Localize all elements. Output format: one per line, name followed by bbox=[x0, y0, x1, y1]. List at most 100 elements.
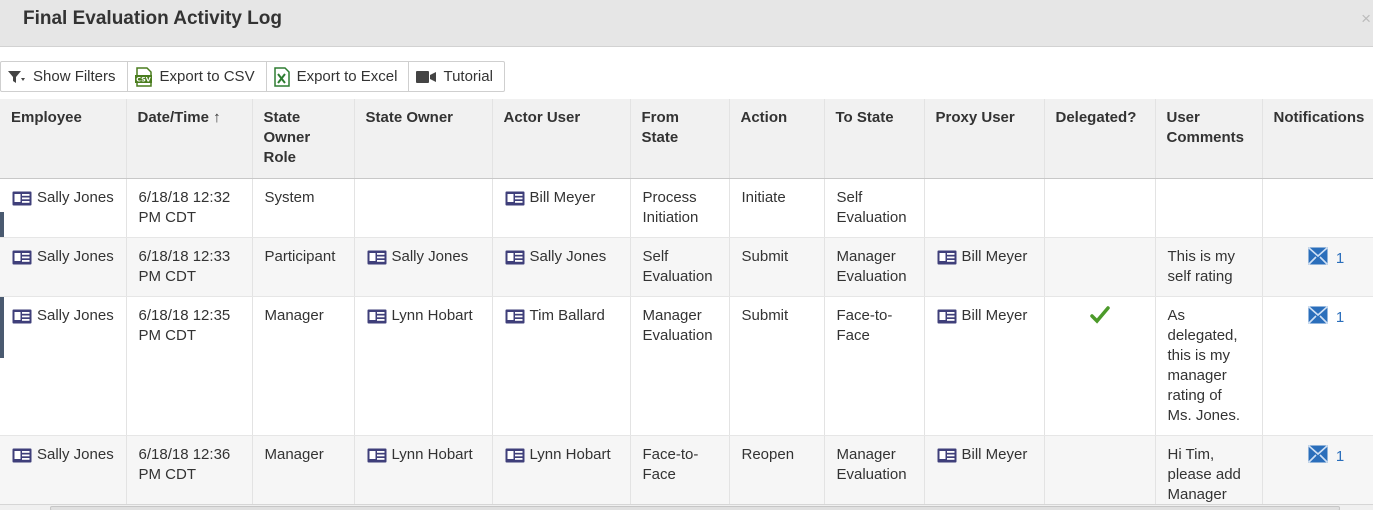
contact-card-icon[interactable] bbox=[505, 250, 525, 271]
proxy-user-link[interactable]: Bill Meyer bbox=[937, 247, 1027, 271]
user-comments-cell bbox=[1155, 178, 1263, 238]
from-state-text: Manager Evaluation bbox=[642, 307, 713, 344]
checkmark-icon bbox=[1089, 306, 1110, 328]
notifications-cell bbox=[1262, 178, 1373, 238]
envelope-icon[interactable] bbox=[1308, 247, 1328, 271]
proxy-user-name: Bill Meyer bbox=[961, 307, 1028, 324]
contact-card-icon[interactable] bbox=[12, 191, 32, 212]
notifications-cell: 1 bbox=[1262, 296, 1373, 436]
notification-count[interactable]: 1 bbox=[1336, 308, 1344, 328]
user-comments-cell: As delegated, this is my manager rating … bbox=[1155, 296, 1263, 436]
contact-card-icon[interactable] bbox=[937, 309, 957, 330]
action-cell: Submit bbox=[729, 296, 825, 436]
column-header-state-owner[interactable]: State Owner bbox=[354, 99, 493, 179]
user-comments-text: Hi Tim, please add Manager Additional bbox=[1167, 446, 1241, 503]
notification-link[interactable]: 1 bbox=[1275, 445, 1373, 469]
user-comments-cell: This is my self rating bbox=[1155, 237, 1263, 297]
table-body: Sally Jones 6/18/18 12:32 PM CDT System Bil… bbox=[0, 178, 1373, 504]
state-owner-name: Sally Jones bbox=[391, 248, 469, 265]
employee-name: Sally Jones bbox=[37, 307, 114, 324]
contact-card-icon[interactable] bbox=[12, 309, 32, 330]
notification-link[interactable]: 1 bbox=[1275, 306, 1373, 330]
employee-link[interactable]: Sally Jones bbox=[12, 306, 114, 330]
column-header-to-state[interactable]: To State bbox=[824, 99, 925, 179]
contact-card-icon[interactable] bbox=[505, 309, 525, 330]
actor-user-link[interactable]: Lynn Hobart bbox=[505, 445, 611, 469]
contact-card-icon[interactable] bbox=[367, 448, 387, 469]
state-owner-link[interactable]: Lynn Hobart bbox=[367, 306, 473, 330]
employee-link[interactable]: Sally Jones bbox=[12, 247, 114, 271]
delegated-cell bbox=[1044, 296, 1156, 436]
state-owner-link[interactable]: Sally Jones bbox=[367, 247, 469, 271]
contact-card-icon[interactable] bbox=[937, 250, 957, 271]
export-excel-button[interactable]: Export to Excel bbox=[267, 62, 410, 91]
contact-card-icon[interactable] bbox=[367, 309, 387, 330]
contact-card-icon[interactable] bbox=[937, 448, 957, 469]
actor-user-link[interactable]: Sally Jones bbox=[505, 247, 607, 271]
table-row[interactable]: Sally Jones 6/18/18 12:33 PM CDT Participa… bbox=[0, 237, 1373, 297]
employee-name: Sally Jones bbox=[37, 248, 114, 265]
proxy-user-cell bbox=[924, 178, 1045, 238]
proxy-user-link[interactable]: Bill Meyer bbox=[937, 445, 1027, 469]
close-icon[interactable]: × bbox=[1361, 9, 1371, 29]
column-header-employee[interactable]: Employee bbox=[0, 99, 127, 179]
contact-card-icon[interactable] bbox=[12, 250, 32, 271]
csv-file-icon: CSV bbox=[134, 66, 154, 87]
excel-file-icon bbox=[273, 66, 291, 87]
export-csv-label: Export to CSV bbox=[159, 68, 255, 85]
actor-user-link[interactable]: Bill Meyer bbox=[505, 188, 595, 212]
contact-card-icon[interactable] bbox=[367, 250, 387, 271]
column-header-proxy-user[interactable]: Proxy User bbox=[924, 99, 1045, 179]
action-cell: Submit bbox=[729, 237, 825, 297]
column-header-datetime[interactable]: Date/Time ↑ bbox=[126, 99, 253, 179]
column-header-action[interactable]: Action bbox=[729, 99, 825, 179]
envelope-icon[interactable] bbox=[1308, 445, 1328, 469]
horizontal-scrollbar[interactable] bbox=[0, 504, 1373, 510]
actor-user-link[interactable]: Tim Ballard bbox=[505, 306, 605, 330]
show-filters-button[interactable]: Show Filters bbox=[1, 62, 128, 91]
video-camera-icon bbox=[415, 70, 437, 84]
notification-link[interactable]: 1 bbox=[1275, 247, 1373, 271]
contact-card-icon[interactable] bbox=[12, 448, 32, 469]
to-state-text: Face-to-Face bbox=[836, 307, 893, 344]
column-header-delegated[interactable]: Delegated? bbox=[1044, 99, 1156, 179]
to-state-cell: Self Evaluation bbox=[824, 178, 925, 238]
action-text: Initiate bbox=[741, 189, 786, 206]
notification-count[interactable]: 1 bbox=[1336, 447, 1344, 467]
column-header-actor-user[interactable]: Actor User bbox=[492, 99, 631, 179]
column-header-state-owner-role[interactable]: State Owner Role bbox=[252, 99, 355, 179]
export-csv-button[interactable]: CSV Export to CSV bbox=[128, 62, 267, 91]
from-state-cell: Manager Evaluation bbox=[630, 296, 730, 436]
state-owner-link[interactable]: Lynn Hobart bbox=[367, 445, 473, 469]
employee-link[interactable]: Sally Jones bbox=[12, 445, 114, 469]
to-state-cell: Manager Evaluation bbox=[824, 435, 925, 504]
delegated-cell bbox=[1044, 435, 1156, 504]
state-owner-role-text: System bbox=[264, 189, 315, 206]
delegated-cell bbox=[1044, 237, 1156, 297]
horizontal-scrollbar-thumb[interactable] bbox=[50, 506, 1340, 510]
datetime-text: 6/18/18 12:33 PM CDT bbox=[138, 248, 231, 285]
contact-card-icon[interactable] bbox=[505, 191, 525, 212]
column-header-user-comments[interactable]: User Comments bbox=[1155, 99, 1263, 179]
contact-card-icon[interactable] bbox=[505, 448, 525, 469]
filter-icon bbox=[7, 69, 27, 85]
state-owner-role-cell: Manager bbox=[252, 435, 355, 504]
employee-cell: Sally Jones bbox=[0, 296, 127, 436]
proxy-user-link[interactable]: Bill Meyer bbox=[937, 306, 1028, 330]
employee-link[interactable]: Sally Jones bbox=[12, 188, 114, 212]
actor-user-name: Lynn Hobart bbox=[529, 446, 611, 463]
actor-user-name: Sally Jones bbox=[529, 248, 607, 265]
table-row[interactable]: Sally Jones 6/18/18 12:36 PM CDT Manager Ly… bbox=[0, 435, 1373, 504]
actor-user-name: Tim Ballard bbox=[529, 307, 605, 324]
table-row[interactable]: Sally Jones 6/18/18 12:32 PM CDT System Bil… bbox=[0, 178, 1373, 238]
table-row[interactable]: Sally Jones 6/18/18 12:35 PM CDT Manager Ly… bbox=[0, 296, 1373, 436]
tutorial-button[interactable]: Tutorial bbox=[409, 62, 503, 91]
activity-log-table: Employee Date/Time ↑ State Owner Role St… bbox=[0, 99, 1373, 504]
column-header-from-state[interactable]: From State bbox=[630, 99, 730, 179]
svg-text:CSV: CSV bbox=[136, 75, 151, 83]
column-header-notifications[interactable]: Notifications bbox=[1262, 99, 1373, 179]
state-owner-role-cell: System bbox=[252, 178, 355, 238]
state-owner-role-cell: Participant bbox=[252, 237, 355, 297]
notification-count[interactable]: 1 bbox=[1336, 249, 1344, 269]
envelope-icon[interactable] bbox=[1308, 306, 1328, 330]
